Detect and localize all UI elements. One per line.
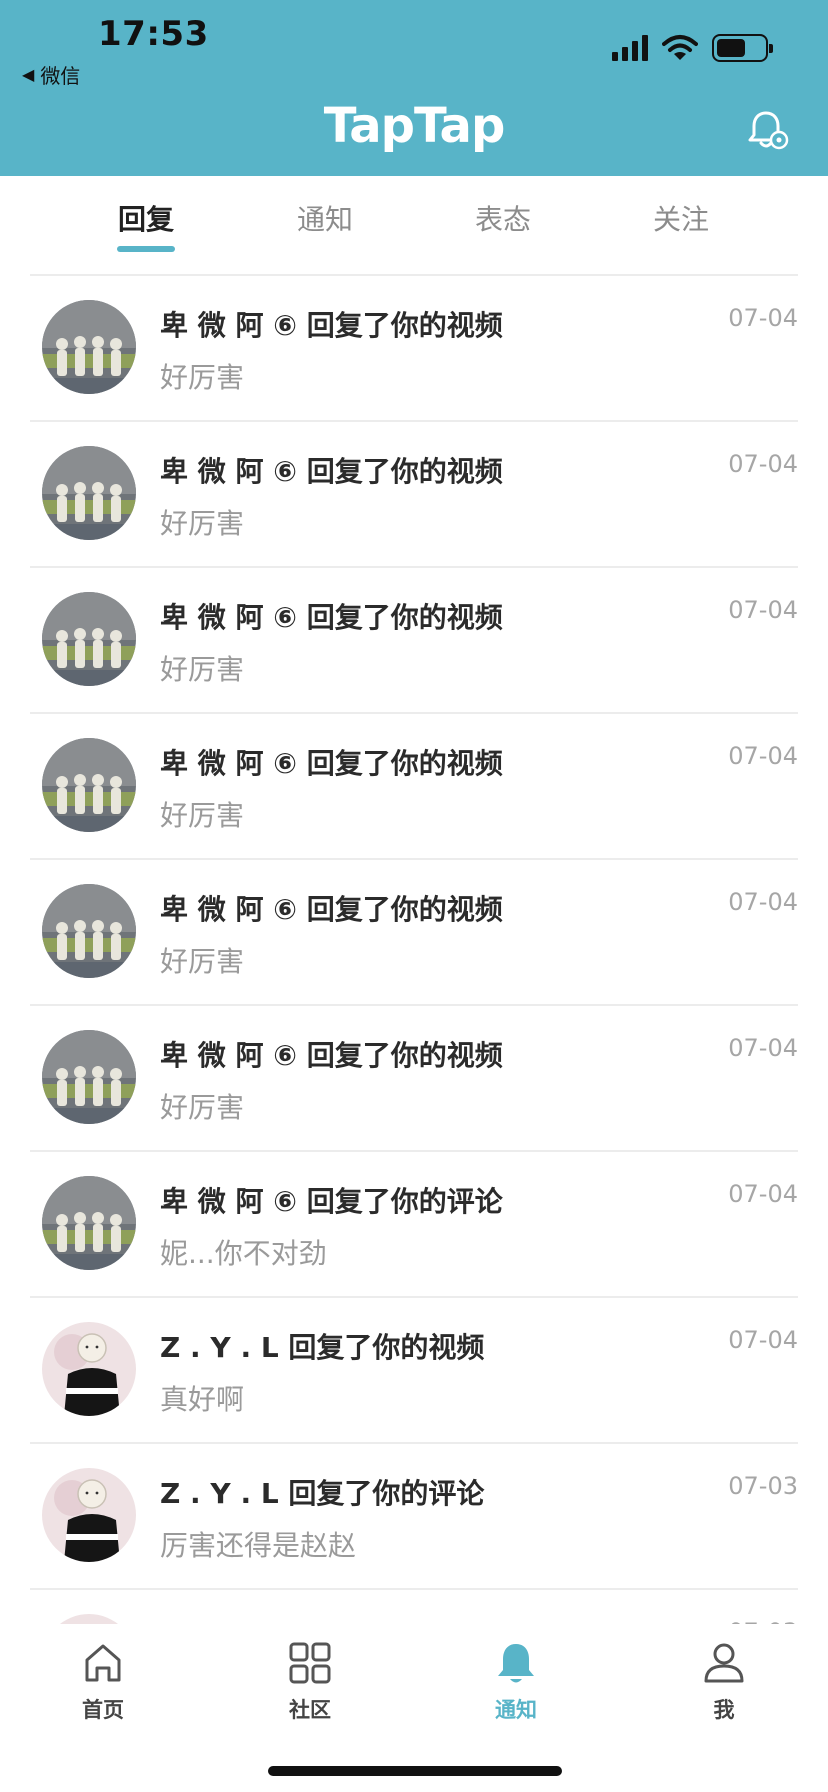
back-app-label: 微信 bbox=[40, 64, 81, 88]
reply-content: 好厉害 bbox=[160, 945, 245, 978]
reply-content: 妮...你不对劲 bbox=[160, 1237, 327, 1270]
reply-date: 07-04 bbox=[728, 1180, 798, 1208]
reply-date: 07-04 bbox=[728, 888, 798, 916]
reply-date: 07-04 bbox=[728, 304, 798, 332]
nav-me[interactable]: 我 bbox=[664, 1640, 784, 1724]
reply-list-item[interactable]: Z . Y . L 回复了你的评论07-03 bbox=[30, 1590, 798, 1624]
reply-list-item[interactable]: 卑 微 阿 ⑥ 回复了你的视频 07-04 好厉害 bbox=[30, 422, 798, 568]
reply-date: 07-03 bbox=[728, 1472, 798, 1500]
reply-date: 07-04 bbox=[728, 742, 798, 770]
bell-settings-icon[interactable] bbox=[746, 108, 790, 152]
avatar[interactable] bbox=[42, 1468, 136, 1562]
home-icon bbox=[85, 1644, 121, 1682]
reply-content: 好厉害 bbox=[160, 507, 245, 540]
avatar[interactable] bbox=[42, 592, 136, 686]
nav-me-label: 我 bbox=[713, 1698, 735, 1722]
status-indicators bbox=[612, 34, 773, 62]
reply-content: 好厉害 bbox=[160, 1091, 245, 1124]
nav-home-label: 首页 bbox=[82, 1698, 124, 1722]
reply-date: 07-04 bbox=[728, 596, 798, 624]
nav-community[interactable]: 社区 bbox=[250, 1640, 370, 1724]
notification-tabs: 回复 通知 表态 关注 bbox=[0, 176, 828, 274]
reply-title: 卑 微 阿 ⑥ 回复了你的视频 bbox=[160, 309, 503, 342]
battery-icon bbox=[712, 34, 773, 62]
reply-title: 卑 微 阿 ⑥ 回复了你的视频 bbox=[160, 747, 503, 780]
reply-title: 卑 微 阿 ⑥ 回复了你的视频 bbox=[160, 893, 503, 926]
nav-notifications-label: 通知 bbox=[495, 1698, 537, 1722]
active-tab-indicator bbox=[117, 246, 175, 252]
reply-date: 07-04 bbox=[728, 1034, 798, 1062]
grid-icon bbox=[289, 1642, 331, 1684]
reply-title: 卑 微 阿 ⑥ 回复了你的视频 bbox=[160, 455, 503, 488]
status-time: 17:53 bbox=[98, 14, 209, 54]
reply-date: 07-04 bbox=[728, 450, 798, 478]
reply-title: 卑 微 阿 ⑥ 回复了你的视频 bbox=[160, 601, 503, 634]
reply-content: 好厉害 bbox=[160, 653, 245, 686]
reply-date: 07-04 bbox=[728, 1326, 798, 1354]
reply-content: 好厉害 bbox=[160, 799, 245, 832]
avatar[interactable] bbox=[42, 1614, 136, 1624]
avatar[interactable] bbox=[42, 884, 136, 978]
reply-list-item[interactable]: Z . Y . L 回复了你的视频 07-04 真好啊 bbox=[30, 1298, 798, 1444]
tab-reaction[interactable]: 表态 bbox=[433, 198, 573, 238]
nav-notifications[interactable]: 通知 bbox=[456, 1640, 576, 1724]
app-header: 17:53 ◀ 微信 TapTap bbox=[0, 0, 828, 176]
person-icon bbox=[704, 1643, 744, 1683]
signal-icon bbox=[612, 35, 648, 61]
wifi-icon bbox=[662, 35, 698, 60]
reply-content: 厉害还得是赵赵 bbox=[160, 1529, 357, 1562]
home-indicator bbox=[268, 1766, 562, 1776]
nav-home[interactable]: 首页 bbox=[43, 1640, 163, 1724]
reply-content: 好厉害 bbox=[160, 361, 245, 394]
reply-list-item[interactable]: 卑 微 阿 ⑥ 回复了你的视频 07-04 好厉害 bbox=[30, 1006, 798, 1152]
reply-content: 真好啊 bbox=[160, 1383, 245, 1416]
reply-title: 卑 微 阿 ⑥ 回复了你的视频 bbox=[160, 1039, 503, 1072]
reply-list-item[interactable]: 卑 微 阿 ⑥ 回复了你的视频 07-04 好厉害 bbox=[30, 568, 798, 714]
reply-title: Z . Y . L 回复了你的评论 bbox=[160, 1477, 485, 1510]
back-triangle-icon: ◀ bbox=[22, 65, 35, 84]
avatar[interactable] bbox=[42, 300, 136, 394]
reply-title: 卑 微 阿 ⑥ 回复了你的评论 bbox=[160, 1185, 503, 1218]
tab-notice[interactable]: 通知 bbox=[255, 198, 395, 238]
avatar[interactable] bbox=[42, 1030, 136, 1124]
avatar[interactable] bbox=[42, 1176, 136, 1270]
tab-reply[interactable]: 回复 bbox=[76, 198, 216, 238]
reply-list-item[interactable]: 卑 微 阿 ⑥ 回复了你的视频 07-04 好厉害 bbox=[30, 860, 798, 1006]
avatar[interactable] bbox=[42, 446, 136, 540]
reply-list-item[interactable]: 卑 微 阿 ⑥ 回复了你的评论 07-04 妮...你不对劲 bbox=[30, 1152, 798, 1298]
nav-community-label: 社区 bbox=[289, 1698, 331, 1722]
tab-follow[interactable]: 关注 bbox=[611, 198, 751, 238]
taptap-logo: TapTap bbox=[323, 98, 506, 154]
reply-title: Z . Y . L 回复了你的视频 bbox=[160, 1331, 485, 1364]
reply-list-item[interactable]: Z . Y . L 回复了你的评论 07-03 厉害还得是赵赵 bbox=[30, 1444, 798, 1590]
avatar[interactable] bbox=[42, 738, 136, 832]
reply-list[interactable]: 卑 微 阿 ⑥ 回复了你的视频 07-04 好厉害卑 微 阿 ⑥ 回复了你的视频 07… bbox=[30, 276, 798, 1624]
reply-list-item[interactable]: 卑 微 阿 ⑥ 回复了你的视频 07-04 好厉害 bbox=[30, 276, 798, 422]
bell-icon bbox=[498, 1644, 534, 1683]
back-to-app[interactable]: ◀ 微信 bbox=[22, 60, 80, 89]
reply-list-item[interactable]: 卑 微 阿 ⑥ 回复了你的视频 07-04 好厉害 bbox=[30, 714, 798, 860]
avatar[interactable] bbox=[42, 1322, 136, 1416]
